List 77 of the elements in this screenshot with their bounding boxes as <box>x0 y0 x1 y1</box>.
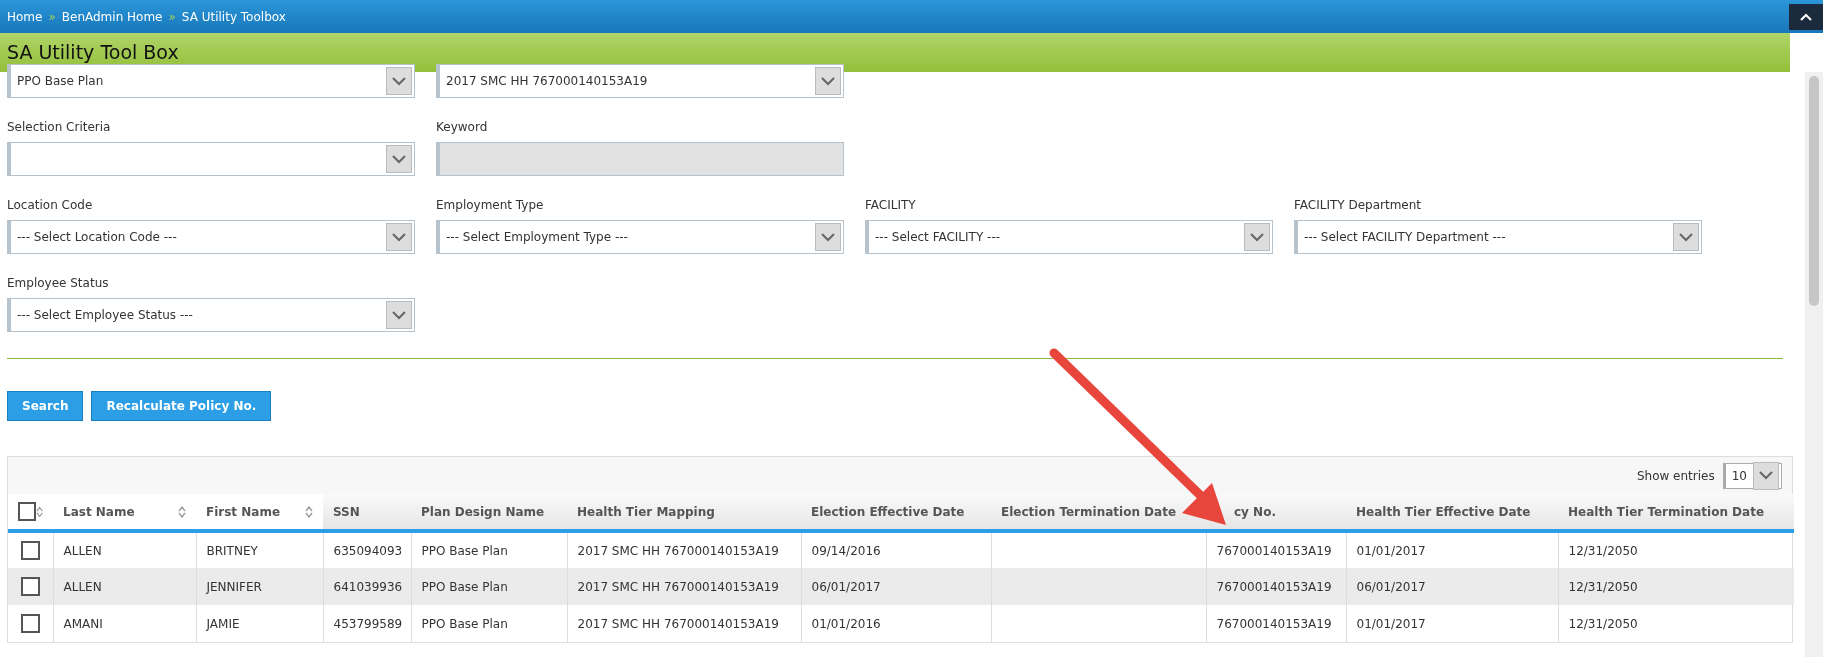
breadcrumb-separator: » <box>168 8 176 26</box>
chevron-down-icon[interactable] <box>1679 232 1693 242</box>
dropdown-field[interactable]: 2017 SMC HH 767000140153A19 <box>436 64 844 98</box>
breadcrumb-link[interactable]: SA Utility Toolbox <box>181 7 286 26</box>
chevron-down-icon[interactable] <box>392 310 406 320</box>
field-label: FACILITY Department <box>1294 197 1423 214</box>
chevron-down-icon[interactable] <box>392 76 406 86</box>
table-cell: 12/31/2050 <box>1568 616 1638 631</box>
dropdown-field[interactable]: --- Select FACILITY Department --- <box>1294 220 1702 254</box>
table-cell: AMANI <box>63 616 103 631</box>
table-cell: 767000140153A19 <box>1216 616 1332 631</box>
dropdown-field[interactable]: --- Select Employee Status --- <box>7 298 415 332</box>
field-label: Location Code <box>7 197 94 214</box>
table-cell: BRITNEY <box>206 543 258 558</box>
dropdown-field[interactable]: PPO Base Plan <box>7 64 415 98</box>
table-cell: 01/01/2017 <box>1356 616 1426 631</box>
entries-dropdown[interactable]: 10 <box>1722 462 1782 489</box>
table-cell: PPO Base Plan <box>421 543 508 558</box>
select-all-checkbox[interactable] <box>18 502 36 521</box>
chevron-down-icon[interactable] <box>821 232 835 242</box>
table-cell: 01/01/2016 <box>811 616 881 631</box>
table-cell: 12/31/2050 <box>1568 579 1638 594</box>
table-cell: 453799589 <box>333 616 403 631</box>
dropdown-field[interactable]: --- Select Location Code --- <box>7 220 415 254</box>
table-cell: 09/14/2016 <box>811 543 881 558</box>
chevron-down-icon[interactable] <box>392 154 406 164</box>
table-cell: PPO Base Plan <box>421 616 508 631</box>
column-header: SSN <box>333 504 360 519</box>
field-label: FACILITY <box>865 197 917 214</box>
page-title: SA Utility Tool Box <box>0 33 1790 72</box>
chevron-down-icon[interactable] <box>1250 232 1264 242</box>
dropdown-field[interactable] <box>7 142 415 176</box>
table-cell: 12/31/2050 <box>1568 543 1638 558</box>
row-checkbox[interactable] <box>20 614 40 633</box>
table-cell: 2017 SMC HH 767000140153A19 <box>577 579 779 594</box>
table-cell: 2017 SMC HH 767000140153A19 <box>577 616 779 631</box>
dropdown-field[interactable]: --- Select FACILITY --- <box>865 220 1273 254</box>
column-header: cy No. <box>1234 504 1276 519</box>
table-cell: JAMIE <box>206 616 240 631</box>
scrollbar[interactable] <box>1805 72 1823 657</box>
table-cell: 641039936 <box>333 579 403 594</box>
breadcrumb-link[interactable]: Home <box>7 7 43 26</box>
field-label: Employee Status <box>7 275 110 292</box>
table-cell: JENNIFER <box>206 579 262 594</box>
table-cell: PPO Base Plan <box>421 579 508 594</box>
chevron-down-icon[interactable] <box>392 232 406 242</box>
chevron-down-icon[interactable] <box>1759 471 1773 480</box>
breadcrumb-separator: » <box>48 8 56 26</box>
column-header: Health Tier Mapping <box>577 504 715 519</box>
table-cell: 767000140153A19 <box>1216 579 1332 594</box>
show-entries-label: Show entries <box>1636 467 1715 485</box>
chevron-down-icon[interactable] <box>821 76 835 86</box>
table-cell: ALLEN <box>63 543 102 558</box>
column-header: Health Tier Effective Date <box>1356 504 1531 519</box>
column-header: Election Effective Date <box>811 504 965 519</box>
table-cell: 2017 SMC HH 767000140153A19 <box>577 543 779 558</box>
row-checkbox[interactable] <box>20 541 40 560</box>
field-label: Keyword <box>436 119 489 136</box>
table-cell: ALLEN <box>63 579 102 594</box>
table-cell: 767000140153A19 <box>1216 543 1332 558</box>
scroll-up-button[interactable] <box>1789 3 1823 30</box>
column-header[interactable]: First Name <box>206 502 281 521</box>
field-label: Employment Type <box>436 197 545 214</box>
table-cell: 635094093 <box>333 543 403 558</box>
column-header: Plan Design Name <box>421 504 545 519</box>
column-header: Health Tier Termination Date <box>1568 504 1765 519</box>
field-label: Selection Criteria <box>7 119 112 136</box>
row-checkbox[interactable] <box>20 577 40 596</box>
sort-icon[interactable] <box>35 505 43 518</box>
table-cell: 01/01/2017 <box>1356 543 1426 558</box>
table-cell: 06/01/2017 <box>811 579 881 594</box>
table-cell: 06/01/2017 <box>1356 579 1426 594</box>
breadcrumb-link[interactable]: BenAdmin Home <box>61 7 163 26</box>
chevron-up-icon[interactable] <box>1800 12 1812 21</box>
column-header: Election Termination Date <box>1001 504 1177 519</box>
column-header[interactable]: Last Name <box>63 502 135 521</box>
dropdown-field[interactable]: --- Select Employment Type --- <box>436 220 844 254</box>
